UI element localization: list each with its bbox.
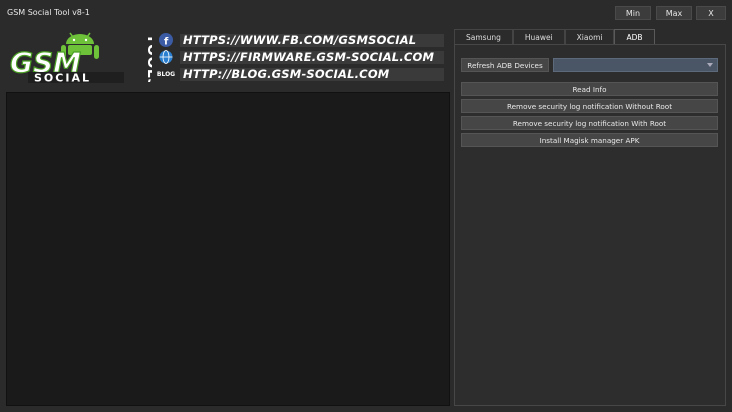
- device-select[interactable]: [553, 58, 718, 72]
- log-output-panel[interactable]: [6, 92, 450, 406]
- facebook-url-row: f HTTPS://WWW.FB.COM/GSMSOCIAL: [152, 32, 444, 48]
- tab-samsung[interactable]: Samsung: [454, 29, 513, 45]
- install-magisk-manager-button[interactable]: Install Magisk manager APK: [461, 133, 718, 147]
- blog-url: HTTP://BLOG.GSM-SOCIAL.COM: [180, 67, 444, 81]
- firmware-url-row: HTTPS://FIRMWARE.GSM-SOCIAL.COM: [152, 49, 444, 65]
- tools-label: TOOLS: [144, 34, 152, 82]
- remove-security-log-without-root-button[interactable]: Remove security log notification Without…: [461, 99, 718, 113]
- read-info-button[interactable]: Read Info: [461, 82, 718, 96]
- refresh-adb-devices-button[interactable]: Refresh ADB Devices: [461, 58, 549, 72]
- tab-huawei[interactable]: Huawei: [512, 29, 565, 45]
- svg-text:f: f: [164, 37, 169, 48]
- minimize-button[interactable]: Min: [615, 6, 651, 20]
- gsm-social-logo: GSM SOCIAL: [9, 32, 124, 85]
- tab-adb[interactable]: ADB: [614, 29, 655, 45]
- tab-bar: Samsung Huawei Xiaomi ADB: [454, 29, 655, 45]
- firmware-url: HTTPS://FIRMWARE.GSM-SOCIAL.COM: [180, 50, 444, 64]
- remove-security-log-with-root-button[interactable]: Remove security log notification With Ro…: [461, 116, 718, 130]
- blog-url-row: BLOG HTTP://BLOG.GSM-SOCIAL.COM: [152, 66, 444, 82]
- gsm-social-banner: GSM SOCIAL TOOLS f HTTPS://WWW.FB.COM/GS…: [8, 30, 448, 84]
- svg-text:SOCIAL: SOCIAL: [34, 72, 91, 85]
- facebook-url: HTTPS://WWW.FB.COM/GSMSOCIAL: [180, 33, 444, 47]
- blog-icon: BLOG: [156, 70, 176, 78]
- maximize-button[interactable]: Max: [656, 6, 692, 20]
- facebook-icon: f: [152, 33, 180, 47]
- globe-icon: [152, 50, 180, 64]
- tab-xiaomi[interactable]: Xiaomi: [564, 29, 615, 45]
- chevron-down-icon: [707, 63, 713, 67]
- svg-text:TOOLS: TOOLS: [144, 34, 152, 82]
- app-title: GSM Social Tool v8-1: [7, 8, 90, 17]
- close-button[interactable]: X: [696, 6, 726, 20]
